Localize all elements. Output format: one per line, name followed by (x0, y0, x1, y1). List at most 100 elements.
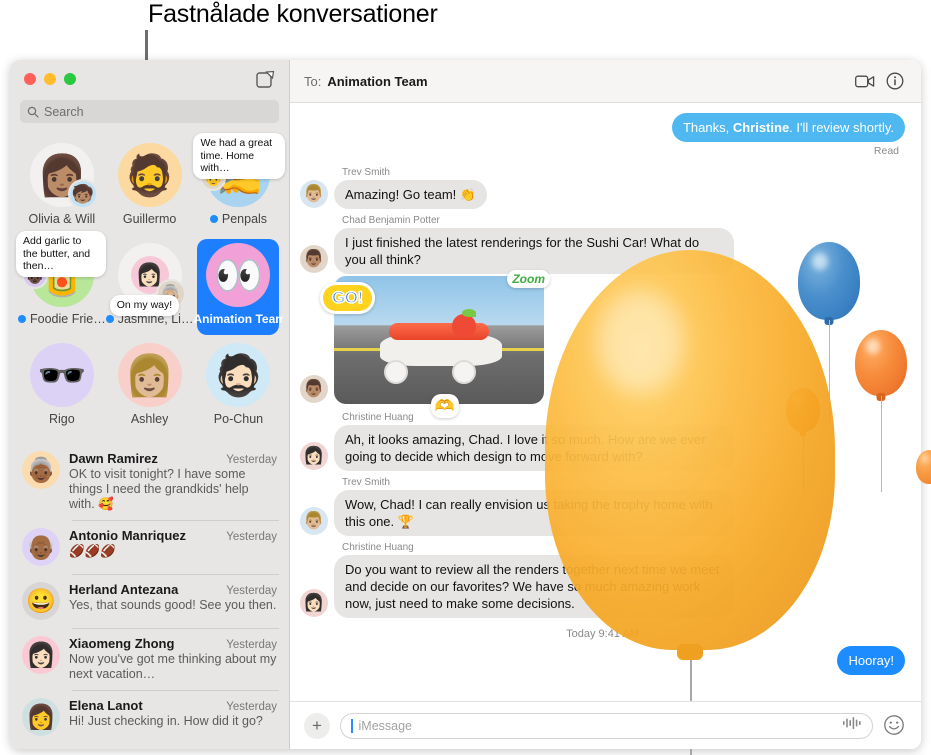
driver-helmet (451, 314, 476, 339)
pinned-label-text: Po-Chun (213, 412, 264, 426)
conversation-preview: OK to visit tonight? I have some things … (69, 467, 249, 511)
compose-icon[interactable] (255, 69, 275, 89)
avatar-secondary: 🧒🏽 (67, 179, 98, 209)
info-icon[interactable] (883, 69, 907, 93)
to-label: To: (304, 73, 322, 89)
conversation-row-xiaomeng-zhong[interactable]: 👩🏻 Xiaomeng Zhong Yesterday Now you've g… (10, 628, 289, 690)
sidebar: Search 👩🏽 🧒🏽 Olivia & Will 🧔 Guillermo W… (10, 60, 290, 749)
avatar: 👨🏼 (300, 180, 328, 208)
pinned-label-text: Ashley (130, 412, 169, 426)
pinned-item-animation-team[interactable]: 👀 Animation Team (193, 239, 283, 337)
pinned-label-text: Penpals (221, 212, 268, 226)
audio-waveform-icon[interactable] (842, 716, 862, 735)
avatar: 👩🏻 (300, 589, 328, 617)
pinned-item-penpals[interactable]: We had a great time. Home with… ✍️ 👵 Pen… (193, 133, 286, 237)
conversation-body: Herland Antezana Yesterday Yes, that sou… (69, 582, 277, 620)
video-camera-icon[interactable] (853, 69, 877, 93)
maximize-button[interactable] (64, 73, 76, 85)
avatar: 👵🏾 (22, 451, 60, 489)
message-bubble-incoming[interactable]: Wow, Chad! I can really envision us taki… (330, 490, 734, 536)
pinned-label: Rigo (49, 412, 75, 426)
unread-dot (105, 315, 114, 323)
avatar: 🧔 (117, 143, 182, 207)
read-status: Read (873, 145, 899, 157)
conversation-header: Xiaomeng Zhong Yesterday (69, 636, 277, 651)
conversation-row-herland-antezana[interactable]: 😀 Herland Antezana Yesterday Yes, that s… (10, 574, 289, 628)
recipient-name[interactable]: Animation Team (327, 74, 427, 89)
avatar-emoji: 🧔 (124, 153, 175, 198)
pinned-item-rigo[interactable]: 🕶️ Rigo (18, 339, 106, 437)
pinned-label: Animation Team (193, 312, 283, 326)
plus-icon[interactable]: + (304, 712, 330, 739)
pinned-label-text: Olivia & Will (28, 212, 96, 226)
sticker-heart-hands[interactable]: 🫶 (430, 394, 459, 418)
message-bubble-incoming[interactable]: I just finished the latest renderings fo… (330, 228, 734, 274)
message-timestamp: Today 9:41 AM (566, 628, 639, 640)
conversation-header: Antonio Manriquez Yesterday (69, 528, 277, 543)
avatar: 👴🏾 (22, 528, 60, 566)
sticker-go[interactable]: GO! (320, 282, 375, 314)
conversation-row-antonio-manriquez[interactable]: 👴🏾 Antonio Manriquez Yesterday 🏈🏈🏈 (10, 520, 289, 574)
avatar: 👩 (22, 698, 60, 736)
avatar: 👨🏽 (300, 245, 328, 273)
sticker-zoom[interactable]: Zoom (507, 270, 550, 288)
pinned-label-text: Guillermo (122, 212, 177, 226)
avatar: 👩🏽 🧒🏽 (29, 143, 98, 209)
pinned-item-ashley[interactable]: 👩🏼 Ashley (106, 339, 194, 437)
pinned-item-jasmine[interactable]: On my way! 👩🏻 👵🏼 Jasmine, Li… (105, 239, 193, 337)
message-sender: Trev Smith (342, 167, 390, 178)
pinned-item-olivia-will[interactable]: 👩🏽 🧒🏽 Olivia & Will (18, 139, 106, 237)
text-caret (351, 718, 353, 733)
avatar: 👩🏻 (300, 442, 328, 470)
pinned-label: Penpals (209, 212, 268, 226)
sticker-go-text: GO! (323, 285, 372, 311)
message-text-bold: Christine (732, 120, 790, 135)
message-row-christine-huang-2: 👩🏻 Christine Huang Do you want to review… (300, 538, 905, 618)
thread-header: To: Animation Team (290, 60, 921, 103)
message-thread[interactable]: Thanks, Christine. I'll review shortly. … (290, 103, 921, 701)
message-bubble-outgoing[interactable]: Thanks, Christine. I'll review shortly. (671, 113, 910, 142)
message-column: Thanks, Christine. I'll review shortly. (671, 113, 910, 142)
conversation-preview: 🏈🏈🏈 (69, 544, 116, 558)
pinned-item-foodie-friends[interactable]: Add garlic to the butter, and then… 🥫 👦🏿… (16, 231, 106, 337)
message-row-chad-potter: 👨🏽 Chad Benjamin Potter I just finished … (300, 211, 905, 274)
message-bubble-outgoing[interactable]: Hooray! (837, 646, 909, 675)
conversation-body: Elena Lanot Yesterday Hi! Just checking … (69, 698, 277, 736)
conversation-body: Antonio Manriquez Yesterday 🏈🏈🏈 (69, 528, 277, 566)
image-attachment[interactable]: GO! Zoom 🫶 (320, 270, 550, 418)
conversation-row-elena-lanot[interactable]: 👩 Elena Lanot Yesterday Hi! Just checkin… (10, 690, 289, 744)
message-bubble-incoming[interactable]: Ah, it looks amazing, Chad. I love it so… (330, 425, 734, 471)
unread-dot (18, 315, 26, 323)
close-button[interactable] (24, 73, 36, 85)
pinned-item-guillermo[interactable]: 🧔 Guillermo (106, 139, 194, 237)
conversation-time: Yesterday (226, 454, 277, 466)
pinned-label-text: Rigo (49, 412, 75, 426)
message-column: Trev Smith Wow, Chad! I can really envis… (330, 473, 734, 536)
minimize-button[interactable] (44, 73, 56, 85)
driver-leaf (462, 309, 477, 318)
search-input[interactable]: Search (20, 100, 279, 123)
pinned-preview-bubble: Add garlic to the butter, and then… (16, 231, 106, 277)
message-column: Christine Huang Do you want to review al… (330, 538, 734, 618)
avatar-emoji: 🕶️ (36, 353, 87, 398)
message-sender: Trev Smith (342, 477, 390, 488)
emoji-smiley-icon[interactable] (883, 714, 907, 738)
message-text-suffix: . I'll review shortly. (789, 120, 894, 135)
conversation-row-dawn-ramirez[interactable]: 👵🏾 Dawn Ramirez Yesterday OK to visit to… (10, 443, 289, 520)
search-placeholder: Search (44, 104, 84, 119)
conversation-preview: Hi! Just checking in. How did it go? (69, 714, 263, 728)
message-text-prefix: Thanks, (682, 120, 733, 135)
avatar: 👩🏼 (117, 343, 182, 407)
pinned-label-text: Foodie Frie… (30, 312, 106, 326)
conversation-preview: Now you've got me thinking about my next… (69, 652, 277, 681)
pinned-item-po-chun[interactable]: 🧔🏻 Po-Chun (193, 339, 283, 437)
message-input-bar: + iMessage (290, 701, 921, 749)
message-column: Trev Smith Amazing! Go team! 👏 (329, 163, 488, 209)
message-sender: Chad Benjamin Potter (342, 215, 440, 226)
message-bubble-incoming[interactable]: Amazing! Go team! 👏 (329, 180, 488, 209)
message-bubble-incoming[interactable]: Do you want to review all the renders to… (330, 555, 734, 618)
message-input[interactable]: iMessage (340, 712, 873, 739)
conversation-name: Antonio Manriquez (69, 528, 186, 543)
conversation-list[interactable]: 👵🏾 Dawn Ramirez Yesterday OK to visit to… (10, 439, 289, 749)
pinned-label: Guillermo (123, 212, 177, 226)
